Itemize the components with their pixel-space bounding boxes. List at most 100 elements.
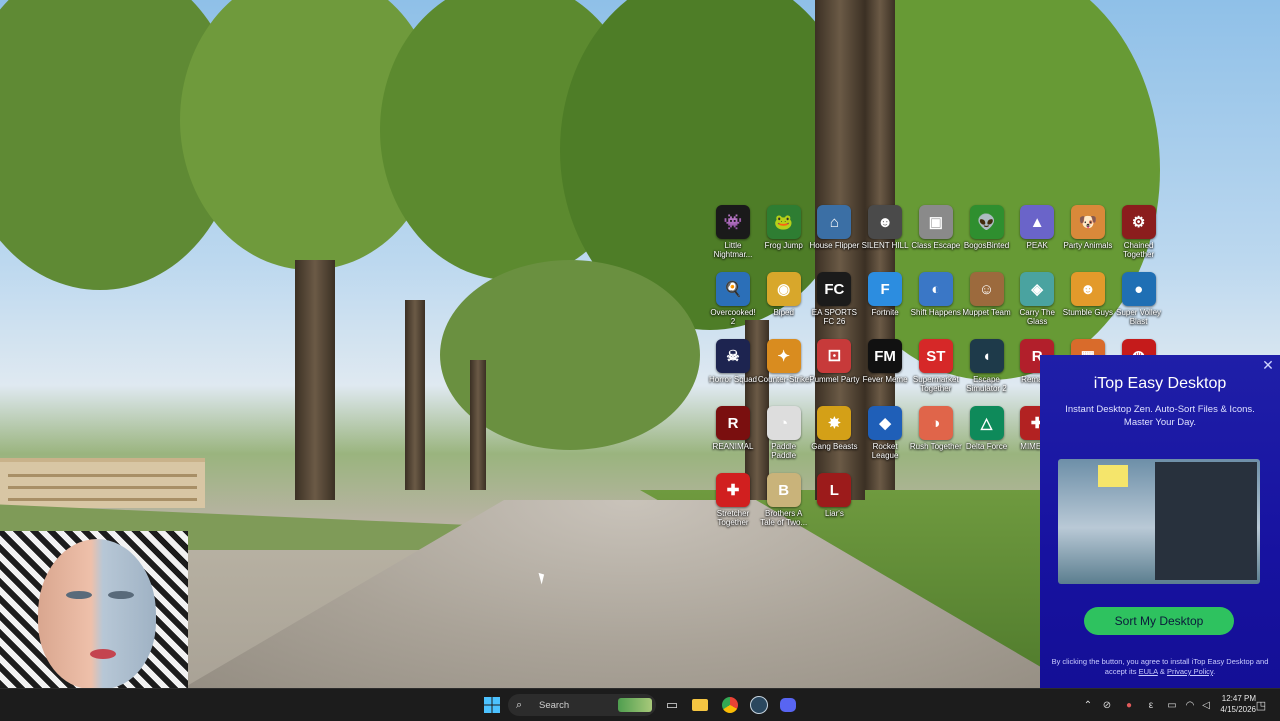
desktop-icon[interactable]: FM Fever Meme: [859, 339, 911, 384]
wifi-icon[interactable]: ◠: [1182, 700, 1198, 711]
desktop-icon-label: Class Escape: [911, 241, 961, 250]
steam-icon: [750, 696, 768, 714]
app-icon: ST: [918, 339, 953, 373]
desktop-icon[interactable]: ▲ PEAK: [1011, 205, 1063, 250]
desktop-icon[interactable]: FC EA SPORTS FC 26: [808, 272, 860, 326]
desktop-icon[interactable]: ◔ Paddle Paddle: [758, 406, 810, 460]
desktop-icon[interactable]: ⌂ House Flipper: [808, 205, 860, 250]
desktop-icon[interactable]: ◉ Biped: [758, 272, 810, 317]
chrome-button[interactable]: [718, 693, 742, 717]
desktop-icon-label: Frog Jump: [764, 241, 803, 250]
start-button[interactable]: [480, 693, 504, 717]
app-icon: 👾: [716, 205, 750, 239]
language-icon[interactable]: ε: [1140, 700, 1162, 711]
desktop-icon[interactable]: ◈ Carry The Glass: [1011, 272, 1063, 326]
distant-building: [0, 458, 205, 508]
discord-button[interactable]: [776, 693, 800, 717]
desktop-icon[interactable]: L Liar's: [808, 473, 860, 518]
desktop-icon[interactable]: ◐ Shift Happens: [910, 272, 962, 317]
task-view-button[interactable]: ▭: [660, 693, 684, 717]
desktop-icon[interactable]: ☠ Horror Squad: [707, 339, 759, 384]
app-icon: 🐸: [766, 205, 801, 239]
desktop-icon-label: SILENT HILL: [861, 241, 909, 250]
close-icon[interactable]: ✕: [1260, 357, 1276, 373]
app-icon: ◖: [969, 339, 1004, 373]
app-icon: ☠: [716, 339, 750, 373]
desktop-icon[interactable]: 🍳 Overcooked! 2: [707, 272, 759, 326]
desktop-icon[interactable]: ST Supermarket Together: [910, 339, 962, 393]
app-icon: FC: [817, 272, 852, 306]
desktop-icon-label: Gang Beasts: [811, 442, 858, 451]
desktop-icon-label: EA SPORTS FC 26: [811, 308, 857, 326]
desktop-icon[interactable]: △ Delta Force: [961, 406, 1013, 451]
desktop-icon-label: House Flipper: [809, 241, 860, 250]
taskbar-search-box[interactable]: ⌕ Search: [508, 694, 656, 716]
desktop-icon-label: Paddle Paddle: [771, 442, 797, 460]
desktop-icon[interactable]: F Fortnite: [859, 272, 911, 317]
desktop-icon-label: Horror Squad: [708, 375, 758, 384]
desktop-icon-label: Little Nightmar...: [713, 241, 753, 259]
popup-subtitle: Instant Desktop Zen. Auto-Sort Files & I…: [1065, 404, 1255, 428]
desktop-background: 👾 Little Nightmar... 🐸 Frog Jump ⌂ House Flip…: [0, 0, 1280, 688]
file-explorer-button[interactable]: [688, 693, 712, 717]
app-icon: ☻: [1070, 272, 1105, 306]
folder-icon: [692, 699, 708, 711]
search-icon: ⌕: [516, 698, 523, 711]
eula-link[interactable]: EULA: [1139, 667, 1158, 676]
desktop-icon[interactable]: 🐶 Party Animals: [1062, 205, 1114, 250]
windows-logo-icon: [484, 697, 500, 713]
desktop-icon[interactable]: 👾 Little Nightmar...: [707, 205, 759, 259]
desktop-icon[interactable]: ◆ Rocket League: [859, 406, 911, 460]
desktop-icon-label: Rush Together: [909, 442, 962, 451]
app-icon: ⚀: [817, 339, 852, 373]
app-icon: ✸: [817, 406, 852, 440]
app-icon: ◑: [918, 406, 953, 440]
desktop-icon-label: Counter-Strike: [757, 375, 810, 384]
webcam-face: [38, 539, 156, 688]
search-highlight-icon: [618, 698, 652, 712]
desktop-icon[interactable]: ⚀ Pummel Party: [808, 339, 860, 384]
popup-title: iTop Easy Desktop: [1093, 375, 1227, 392]
desktop-icon[interactable]: ✚ Stretcher Together: [707, 473, 759, 527]
mic-icon[interactable]: ●: [1118, 700, 1140, 711]
desktop-icon-label: Supermarket Together: [912, 375, 959, 393]
app-icon: 👽: [969, 205, 1004, 239]
desktop-icon[interactable]: ◑ Rush Together: [910, 406, 962, 451]
steam-button[interactable]: [747, 693, 771, 717]
desktop-icon-label: Brothers A Tale of Two...: [760, 509, 808, 527]
desktop-icon[interactable]: ☻ Stumble Guys: [1062, 272, 1114, 317]
desktop-icon[interactable]: ● Super Volley Blast: [1113, 272, 1165, 326]
display-icon[interactable]: ▭: [1162, 700, 1182, 711]
sort-my-desktop-button[interactable]: Sort My Desktop: [1084, 607, 1234, 635]
chevron-up-icon[interactable]: ⌃: [1080, 700, 1096, 711]
desktop-icon-label: REANIMAL: [712, 442, 754, 451]
app-icon: ◉: [766, 272, 801, 306]
desktop-icon-label: Liar's: [824, 509, 844, 518]
privacy-policy-link[interactable]: Privacy Policy: [1167, 667, 1213, 676]
taskbar: ⌕ Search ▭ ⌃ ⊘ ● ε ▭ ◠ ◁ 12:47 PM 4/15/2…: [0, 688, 1280, 721]
app-icon: ⌂: [817, 205, 852, 239]
notification-icon[interactable]: ◳: [1252, 693, 1270, 717]
app-icon: △: [969, 406, 1004, 440]
desktop-icon[interactable]: ✸ Gang Beasts: [808, 406, 860, 451]
desktop-icon[interactable]: ▣ Class Escape: [910, 205, 962, 250]
network-off-icon[interactable]: ⊘: [1096, 700, 1118, 711]
desktop-icon-label: Shift Happens: [910, 308, 961, 317]
app-icon: ▲: [1020, 205, 1055, 239]
desktop-icon[interactable]: ◖ Escape Simulator 2: [961, 339, 1013, 393]
app-icon: R: [716, 406, 750, 440]
desktop-icon[interactable]: 👽 BogosBinted: [961, 205, 1013, 250]
desktop-icon-label: Delta Force: [965, 442, 1008, 451]
desktop-icon[interactable]: 🐸 Frog Jump: [758, 205, 810, 250]
desktop-icon[interactable]: ☺ Muppet Team: [961, 272, 1013, 317]
desktop-icon[interactable]: ✦ Counter-Strike: [758, 339, 810, 384]
clock-date: 4/15/2026: [1220, 705, 1256, 714]
desktop-icon[interactable]: ☻ SILENT HILL: [859, 205, 911, 250]
app-icon: ◔: [766, 406, 801, 440]
desktop-icon[interactable]: ⚙ Chained Together: [1113, 205, 1165, 259]
desktop-icon[interactable]: B Brothers A Tale of Two...: [758, 473, 810, 527]
itop-popup: ✕ iTop Easy Desktop Instant Desktop Zen.…: [1040, 355, 1280, 688]
desktop-icon[interactable]: R REANIMAL: [707, 406, 759, 451]
taskbar-clock[interactable]: 12:47 PM 4/15/2026: [1208, 693, 1256, 715]
tree-trunk: [405, 300, 425, 490]
